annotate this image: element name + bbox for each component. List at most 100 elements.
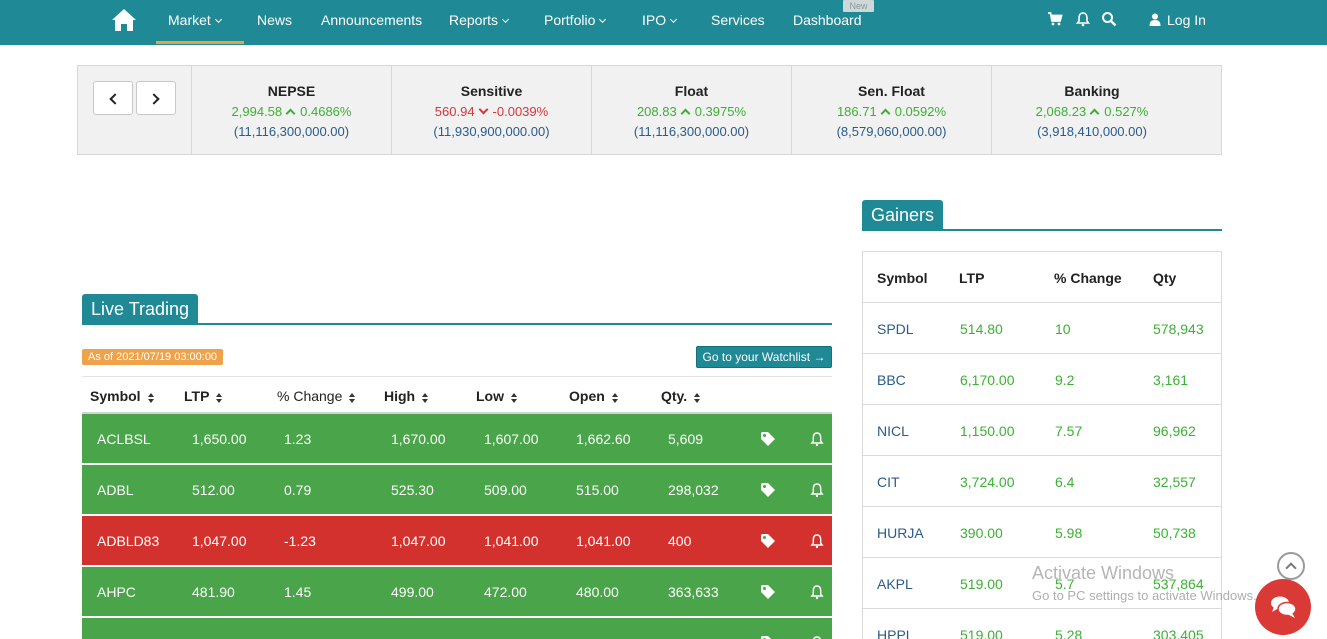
arrow-up-icon — [680, 108, 691, 119]
nav-dashboard[interactable]: Dashboard — [793, 11, 862, 31]
table-row[interactable] — [82, 618, 832, 639]
search-icon[interactable] — [1101, 11, 1117, 27]
col-low[interactable]: Low — [476, 388, 518, 404]
gainer-qty: 3,161 — [1153, 372, 1189, 388]
row-change: -1.23 — [284, 533, 316, 549]
bell-icon[interactable] — [809, 635, 825, 639]
gainer-change: 5.28 — [1055, 627, 1083, 639]
arrow-up-icon — [880, 108, 891, 119]
table-row[interactable]: ACLBSL 1,650.00 1.23 1,670.00 1,607.00 1,662.… — [82, 414, 832, 464]
table-header: Symbol LTP % Change High Low Open Qty. — [82, 376, 832, 414]
home-icon[interactable] — [111, 8, 137, 32]
row-high: 499.00 — [391, 584, 434, 600]
gainer-change: 6.4 — [1055, 474, 1075, 490]
scroll-to-top-button[interactable] — [1277, 552, 1305, 580]
as-of-badge: As of 2021/07/19 03:00:00 — [82, 349, 224, 365]
chevron-down-icon — [214, 15, 222, 24]
chat-button[interactable] — [1255, 579, 1311, 635]
bell-icon[interactable] — [809, 584, 825, 600]
row-qty: 400 — [668, 533, 692, 549]
list-item[interactable]: CIT 3,724.00 6.4 32,557 — [863, 456, 1221, 507]
gainer-ltp: 6,170.00 — [960, 372, 1015, 388]
row-qty: 363,633 — [668, 584, 719, 600]
gainer-qty: 50,738 — [1153, 525, 1196, 541]
gainers-col-ltp: LTP — [959, 270, 985, 286]
gainer-symbol[interactable]: HURJA — [877, 525, 924, 541]
index-card-sensitive: Sensitive 560.94 -0.0039% (11,930,900,000… — [391, 66, 591, 154]
activate-windows-title: Activate Windows — [1032, 563, 1175, 583]
nav-services[interactable]: Services — [711, 11, 765, 31]
row-symbol: ADBL — [97, 482, 134, 498]
row-low: 472.00 — [484, 584, 527, 600]
col-high[interactable]: High — [384, 388, 429, 404]
row-low: 509.00 — [484, 482, 527, 498]
nav-ipo[interactable]: IPO — [642, 11, 678, 31]
gainer-qty: 303,405 — [1153, 627, 1204, 639]
bell-icon[interactable] — [809, 431, 825, 447]
table-row[interactable]: ADBLD83 1,047.00 -1.23 1,047.00 1,041.00 1,04… — [82, 516, 832, 566]
bell-icon[interactable] — [809, 482, 825, 498]
gainer-ltp: 1,150.00 — [960, 423, 1015, 439]
gainers-col-change: % Change — [1054, 270, 1122, 286]
gainer-symbol[interactable]: CIT — [877, 474, 900, 490]
arrow-up-icon — [1089, 108, 1100, 119]
row-ltp: 1,650.00 — [192, 431, 247, 447]
gainers-header: Gainers — [862, 200, 1222, 231]
tag-icon[interactable] — [760, 533, 776, 549]
nav-announcements[interactable]: Announcements — [321, 11, 422, 31]
row-low: 1,041.00 — [484, 533, 539, 549]
index-card-sen-float: Sen. Float 186.71 0.0592% (8,579,060,000.… — [791, 66, 991, 154]
gainer-symbol[interactable]: BBC — [877, 372, 906, 388]
watchlist-button[interactable]: Go to your Watchlist → — [696, 346, 832, 368]
col-open[interactable]: Open — [569, 388, 619, 404]
list-item[interactable]: HPPL 519.00 5.28 303,405 — [863, 609, 1221, 639]
nav-reports[interactable]: Reports — [449, 11, 510, 31]
cart-icon[interactable] — [1047, 11, 1063, 27]
row-ltp: 512.00 — [192, 482, 235, 498]
gainer-qty: 96,962 — [1153, 423, 1196, 439]
nav-news[interactable]: News — [257, 11, 292, 31]
prev-index-button[interactable] — [93, 81, 133, 115]
list-item[interactable]: HURJA 390.00 5.98 50,738 — [863, 507, 1221, 558]
row-symbol: ACLBSL — [97, 431, 151, 447]
gainer-symbol[interactable]: SPDL — [877, 321, 914, 337]
list-item[interactable]: SPDL 514.80 10 578,943 — [863, 303, 1221, 354]
sort-icon — [511, 393, 518, 403]
col-ltp[interactable]: LTP — [184, 388, 223, 404]
chat-icon — [1271, 596, 1297, 618]
row-open: 515.00 — [576, 482, 619, 498]
new-badge: New — [843, 0, 874, 12]
list-item[interactable]: NICL 1,150.00 7.57 96,962 — [863, 405, 1221, 456]
nav-market[interactable]: Market — [168, 11, 222, 31]
tag-icon[interactable] — [760, 431, 776, 447]
next-index-button[interactable] — [136, 81, 176, 115]
gainer-change: 7.57 — [1055, 423, 1083, 439]
row-ltp: 481.90 — [192, 584, 235, 600]
col-change[interactable]: % Change — [277, 388, 356, 404]
chevron-down-icon — [501, 15, 510, 24]
index-card-banking: Banking 2,068.23 0.527% (3,918,410,000.00… — [991, 66, 1221, 154]
login-link[interactable]: Log In — [1149, 11, 1206, 29]
live-trading-table: Symbol LTP % Change High Low Open Qty. A… — [82, 376, 832, 639]
gainer-symbol[interactable]: AKPL — [877, 576, 913, 592]
list-item[interactable]: BBC 6,170.00 9.2 3,161 — [863, 354, 1221, 405]
col-symbol[interactable]: Symbol — [90, 388, 155, 404]
gainer-symbol[interactable]: NICL — [877, 423, 909, 439]
tag-icon[interactable] — [760, 635, 776, 639]
row-change: 0.79 — [284, 482, 312, 498]
nav-portfolio[interactable]: Portfolio — [544, 11, 607, 31]
tag-icon[interactable] — [760, 584, 776, 600]
tag-icon[interactable] — [760, 482, 776, 498]
gainer-symbol[interactable]: HPPL — [877, 627, 914, 639]
col-qty[interactable]: Qty. — [661, 388, 701, 404]
bell-icon[interactable] — [809, 533, 825, 549]
user-icon — [1149, 13, 1161, 26]
arrow-down-icon — [478, 104, 488, 115]
index-ticker: NEPSE 2,994.58 0.4686% (11,116,300,000.00… — [77, 65, 1222, 155]
gainers-col-qty: Qty — [1153, 270, 1177, 286]
bell-icon[interactable] — [1075, 11, 1091, 27]
gainer-change: 9.2 — [1055, 372, 1075, 388]
row-qty: 5,609 — [668, 431, 704, 447]
table-row[interactable]: AHPC 481.90 1.45 499.00 472.00 480.00 363,633 — [82, 567, 832, 617]
table-row[interactable]: ADBL 512.00 0.79 525.30 509.00 515.00 298,032 — [82, 465, 832, 515]
